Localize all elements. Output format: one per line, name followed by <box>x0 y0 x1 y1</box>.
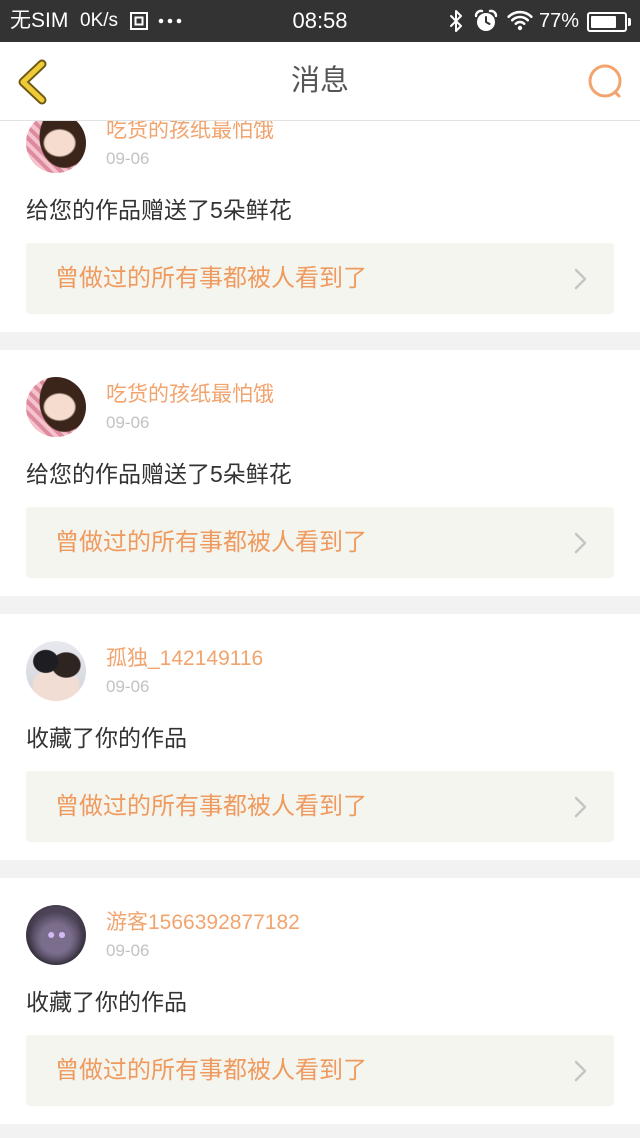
work-title: 曾做过的所有事都被人看到了 <box>55 529 367 556</box>
message-list: 吃货的孩纸最怕饿 09-06 给您的作品赠送了5朵鲜花 曾做过的所有事都被人看到… <box>0 121 640 1124</box>
chevron-right-icon <box>574 1060 587 1082</box>
message-card: 孤独_142149116 09-06 收藏了你的作品 曾做过的所有事都被人看到了 <box>0 614 640 860</box>
search-icon[interactable] <box>583 60 627 104</box>
bluetooth-icon <box>450 10 462 32</box>
message-user-name[interactable]: 游客1566392877182 <box>106 910 300 936</box>
work-title: 曾做过的所有事都被人看到了 <box>55 1057 367 1084</box>
battery-icon <box>587 12 631 32</box>
wifi-icon <box>507 10 533 31</box>
message-card: 游客1566392877182 09-06 收藏了你的作品 曾做过的所有事都被人… <box>0 878 640 1124</box>
message-action-text: 给您的作品赠送了5朵鲜花 <box>26 197 292 223</box>
message-user-name[interactable]: 吃货的孩纸最怕饿 <box>106 382 274 408</box>
message-card: 吃货的孩纸最怕饿 09-06 给您的作品赠送了5朵鲜花 曾做过的所有事都被人看到… <box>0 350 640 596</box>
chevron-right-icon <box>574 796 587 818</box>
message-card: 吃货的孩纸最怕饿 09-06 给您的作品赠送了5朵鲜花 曾做过的所有事都被人看到… <box>0 121 640 332</box>
message-date: 09-06 <box>106 413 150 432</box>
user-avatar[interactable] <box>26 905 86 965</box>
message-action-text: 收藏了你的作品 <box>26 725 187 751</box>
work-link[interactable]: 曾做过的所有事都被人看到了 <box>26 771 614 842</box>
chevron-right-icon <box>574 268 587 290</box>
user-avatar[interactable] <box>26 121 86 173</box>
user-avatar[interactable] <box>26 641 86 701</box>
message-action-text: 给您的作品赠送了5朵鲜花 <box>26 461 292 487</box>
message-action-text: 收藏了你的作品 <box>26 989 187 1015</box>
work-title: 曾做过的所有事都被人看到了 <box>55 793 367 820</box>
work-link[interactable]: 曾做过的所有事都被人看到了 <box>26 507 614 578</box>
battery-percent: 77% <box>539 10 580 32</box>
message-date: 09-06 <box>106 677 150 696</box>
battery-level-fill <box>591 16 616 28</box>
message-user-name[interactable]: 吃货的孩纸最怕饿 <box>106 121 274 144</box>
alarm-icon <box>474 9 498 31</box>
work-link[interactable]: 曾做过的所有事都被人看到了 <box>26 243 614 314</box>
message-list-scroll[interactable]: 吃货的孩纸最怕饿 09-06 给您的作品赠送了5朵鲜花 曾做过的所有事都被人看到… <box>0 121 640 1138</box>
status-bar: 无SIM 0K/s 08:58 77% <box>0 0 640 42</box>
page-title: 消息 <box>290 65 349 97</box>
message-date: 09-06 <box>106 149 150 168</box>
work-link[interactable]: 曾做过的所有事都被人看到了 <box>26 1035 614 1106</box>
chevron-right-icon <box>574 532 587 554</box>
message-date: 09-06 <box>106 941 150 960</box>
message-user-name[interactable]: 孤独_142149116 <box>106 646 263 672</box>
work-title: 曾做过的所有事都被人看到了 <box>55 265 367 292</box>
header: 消息 <box>0 42 640 121</box>
user-avatar[interactable] <box>26 377 86 437</box>
phone-screen: 无SIM 0K/s 08:58 77% 消息 吃货的孩纸最怕饿 09-06 给您… <box>0 0 640 1138</box>
